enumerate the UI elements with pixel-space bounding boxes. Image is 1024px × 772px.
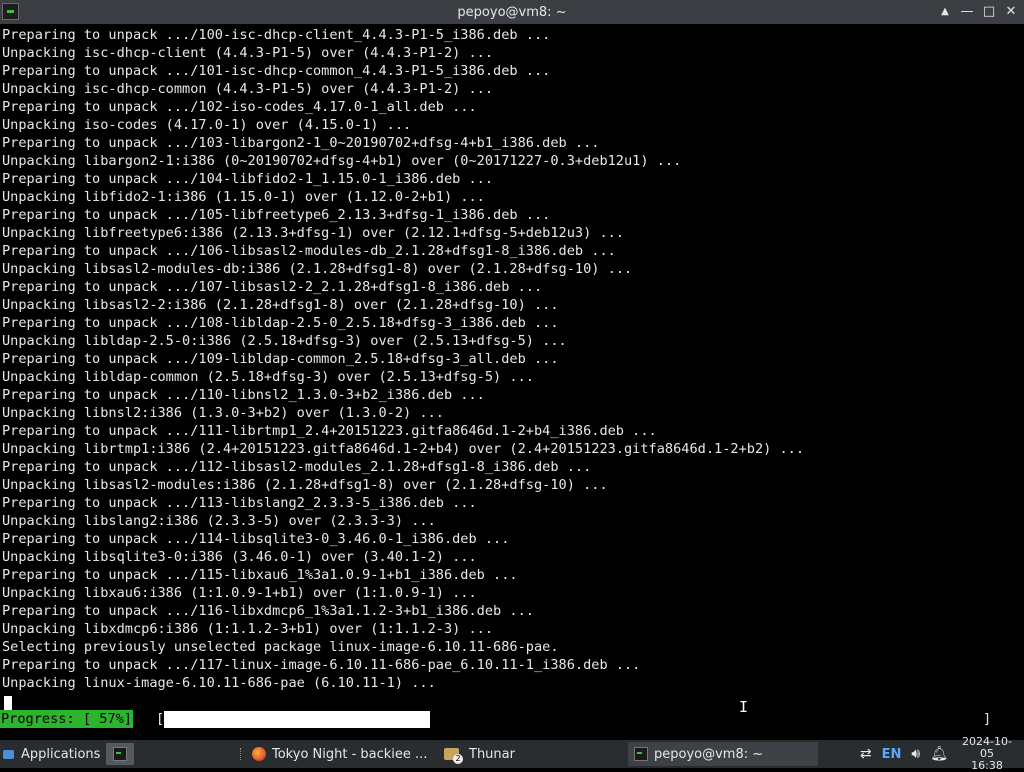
terminal-line: Unpacking libldap-common (2.5.18+dfsg-3)… [2, 369, 534, 385]
terminal-line: Preparing to unpack .../107-libsasl2-2_2… [2, 279, 543, 295]
task-thunar[interactable]: 2 Thunar [438, 742, 628, 766]
terminal-line: Preparing to unpack .../111-librtmp1_2.4… [2, 423, 657, 439]
terminal-line: Preparing to unpack .../104-libfido2-1_1… [2, 171, 494, 187]
terminal-lines: Preparing to unpack .../100-isc-dhcp-cli… [2, 26, 1024, 692]
terminal-line: Preparing to unpack .../106-libsasl2-mod… [2, 243, 616, 259]
task-label: pepoyo@vm8: ~ [654, 746, 764, 762]
terminal-line: Unpacking libldap-2.5-0:i386 (2.5.18+dfs… [2, 333, 567, 349]
terminal-line: Preparing to unpack .../110-libnsl2_1.3.… [2, 387, 485, 403]
terminal-line: Unpacking linux-image-6.10.11-686-pae (6… [2, 675, 436, 691]
terminal-line: Unpacking libslang2:i386 (2.3.3-5) over … [2, 513, 436, 529]
task-firefox[interactable]: Tokyo Night - backiee ... [246, 742, 438, 766]
terminal-line: Preparing to unpack .../116-libxdmcp6_1%… [2, 603, 534, 619]
terminal-line: Preparing to unpack .../112-libsasl2-mod… [2, 459, 592, 475]
terminal-line: Unpacking libnsl2:i386 (1.3.0-3+b2) over… [2, 405, 444, 421]
terminal-line: Unpacking libsasl2-modules:i386 (2.1.28+… [2, 477, 608, 493]
shade-button[interactable]: ▲ [938, 0, 952, 24]
folder-icon: 2 [444, 748, 463, 764]
text-cursor [4, 696, 12, 710]
close-button[interactable]: ✕ [1004, 0, 1018, 24]
terminal-line: Unpacking libsasl2-modules-db:i386 (2.1.… [2, 261, 633, 277]
window-count-badge: 2 [453, 754, 463, 764]
terminal-launcher-button[interactable] [106, 743, 134, 765]
terminal-line: Preparing to unpack .../109-libldap-comm… [2, 351, 559, 367]
minimize-button[interactable]: — [960, 0, 974, 24]
xfce-icon [2, 748, 17, 761]
progress-label: Progress: [ 57%] [0, 710, 133, 728]
terminal-line: Preparing to unpack .../100-isc-dhcp-cli… [2, 27, 551, 43]
terminal-line: Unpacking libargon2-1:i386 (0~20190702+d… [2, 153, 682, 169]
notification-bell-icon[interactable]: 🔔︎ [930, 746, 948, 762]
terminal-line: Unpacking librtmp1:i386 (2.4+20151223.gi… [2, 441, 805, 457]
task-separator [240, 748, 244, 760]
clock-date: 2024-10-05 [962, 735, 1012, 760]
terminal-output[interactable]: Preparing to unpack .../100-isc-dhcp-cli… [0, 24, 1024, 740]
clock[interactable]: 2024-10-05 16:38 [958, 736, 1016, 772]
maximize-button[interactable]: □ [982, 0, 996, 24]
terminal-line: Unpacking libxau6:i386 (1:1.0.9-1+b1) ov… [2, 585, 477, 601]
applications-label: Applications [21, 746, 101, 762]
terminal-line: Preparing to unpack .../101-isc-dhcp-com… [2, 63, 551, 79]
terminal-line: Selecting previously unselected package … [2, 639, 559, 655]
terminal-line: Unpacking iso-codes (4.17.0-1) over (4.1… [2, 117, 412, 133]
terminal-line: Unpacking isc-dhcp-client (4.4.3-P1-5) o… [2, 45, 494, 61]
progress-open-bracket: [ [156, 711, 165, 727]
taskbar: Applications Tokyo Night - backiee ... 2… [0, 736, 1024, 772]
terminal-app-icon[interactable] [2, 3, 19, 20]
terminal-line: Unpacking libfido2-1:i386 (1.15.0-1) ove… [2, 189, 485, 205]
terminal-line: Preparing to unpack .../105-libfreetype6… [2, 207, 551, 223]
network-icon[interactable]: ⇄ [860, 746, 872, 762]
task-label: Thunar [469, 746, 515, 762]
task-label: Tokyo Night - backiee ... [272, 746, 428, 762]
window-title: pepoyo@vm8: ~ [457, 4, 567, 20]
clock-time: 16:38 [971, 759, 1003, 772]
volume-icon[interactable]: 🔊︎ [911, 746, 920, 762]
keyboard-layout-indicator[interactable]: EN [882, 747, 902, 762]
progress-close-bracket: ] [983, 711, 992, 727]
system-tray: ⇄ EN 🔊︎ 🔔︎ 2024-10-05 16:38 [860, 736, 1024, 772]
firefox-icon [252, 747, 266, 761]
terminal-icon [634, 747, 648, 761]
applications-menu-button[interactable]: Applications [2, 740, 100, 768]
terminal-line: Unpacking libxdmcp6:i386 (1:1.1.2-3+b1) … [2, 621, 494, 637]
terminal-line: Unpacking isc-dhcp-common (4.4.3-P1-5) o… [2, 81, 494, 97]
terminal-line: Preparing to unpack .../117-linux-image-… [2, 657, 641, 673]
terminal-cursor-line [2, 692, 1024, 710]
terminal-line: Preparing to unpack .../108-libldap-2.5-… [2, 315, 559, 331]
window-controls: ▲ — □ ✕ [938, 0, 1018, 24]
terminal-line: Preparing to unpack .../114-libsqlite3-0… [2, 531, 510, 547]
task-terminal[interactable]: pepoyo@vm8: ~ [628, 742, 818, 766]
progress-bar-fill [164, 711, 430, 728]
progress-bar [164, 711, 630, 728]
terminal-line: Preparing to unpack .../113-libslang2_2.… [2, 495, 477, 511]
terminal-line: Preparing to unpack .../103-libargon2-1_… [2, 135, 600, 151]
terminal-icon [113, 747, 127, 761]
terminal-line: Preparing to unpack .../115-libxau6_1%3a… [2, 567, 518, 583]
terminal-line: Unpacking libsqlite3-0:i386 (3.46.0-1) o… [2, 549, 477, 565]
terminal-line: Preparing to unpack .../102-iso-codes_4.… [2, 99, 477, 115]
terminal-line: Unpacking libsasl2-2:i386 (2.1.28+dfsg1-… [2, 297, 559, 313]
terminal-line: Unpacking libfreetype6:i386 (2.13.3+dfsg… [2, 225, 624, 241]
mouse-ibeam-cursor: I [739, 698, 749, 716]
progress-row: Progress: [ 57%] [ ] [0, 710, 1024, 728]
window-titlebar[interactable]: pepoyo@vm8: ~ ▲ — □ ✕ [0, 0, 1024, 24]
